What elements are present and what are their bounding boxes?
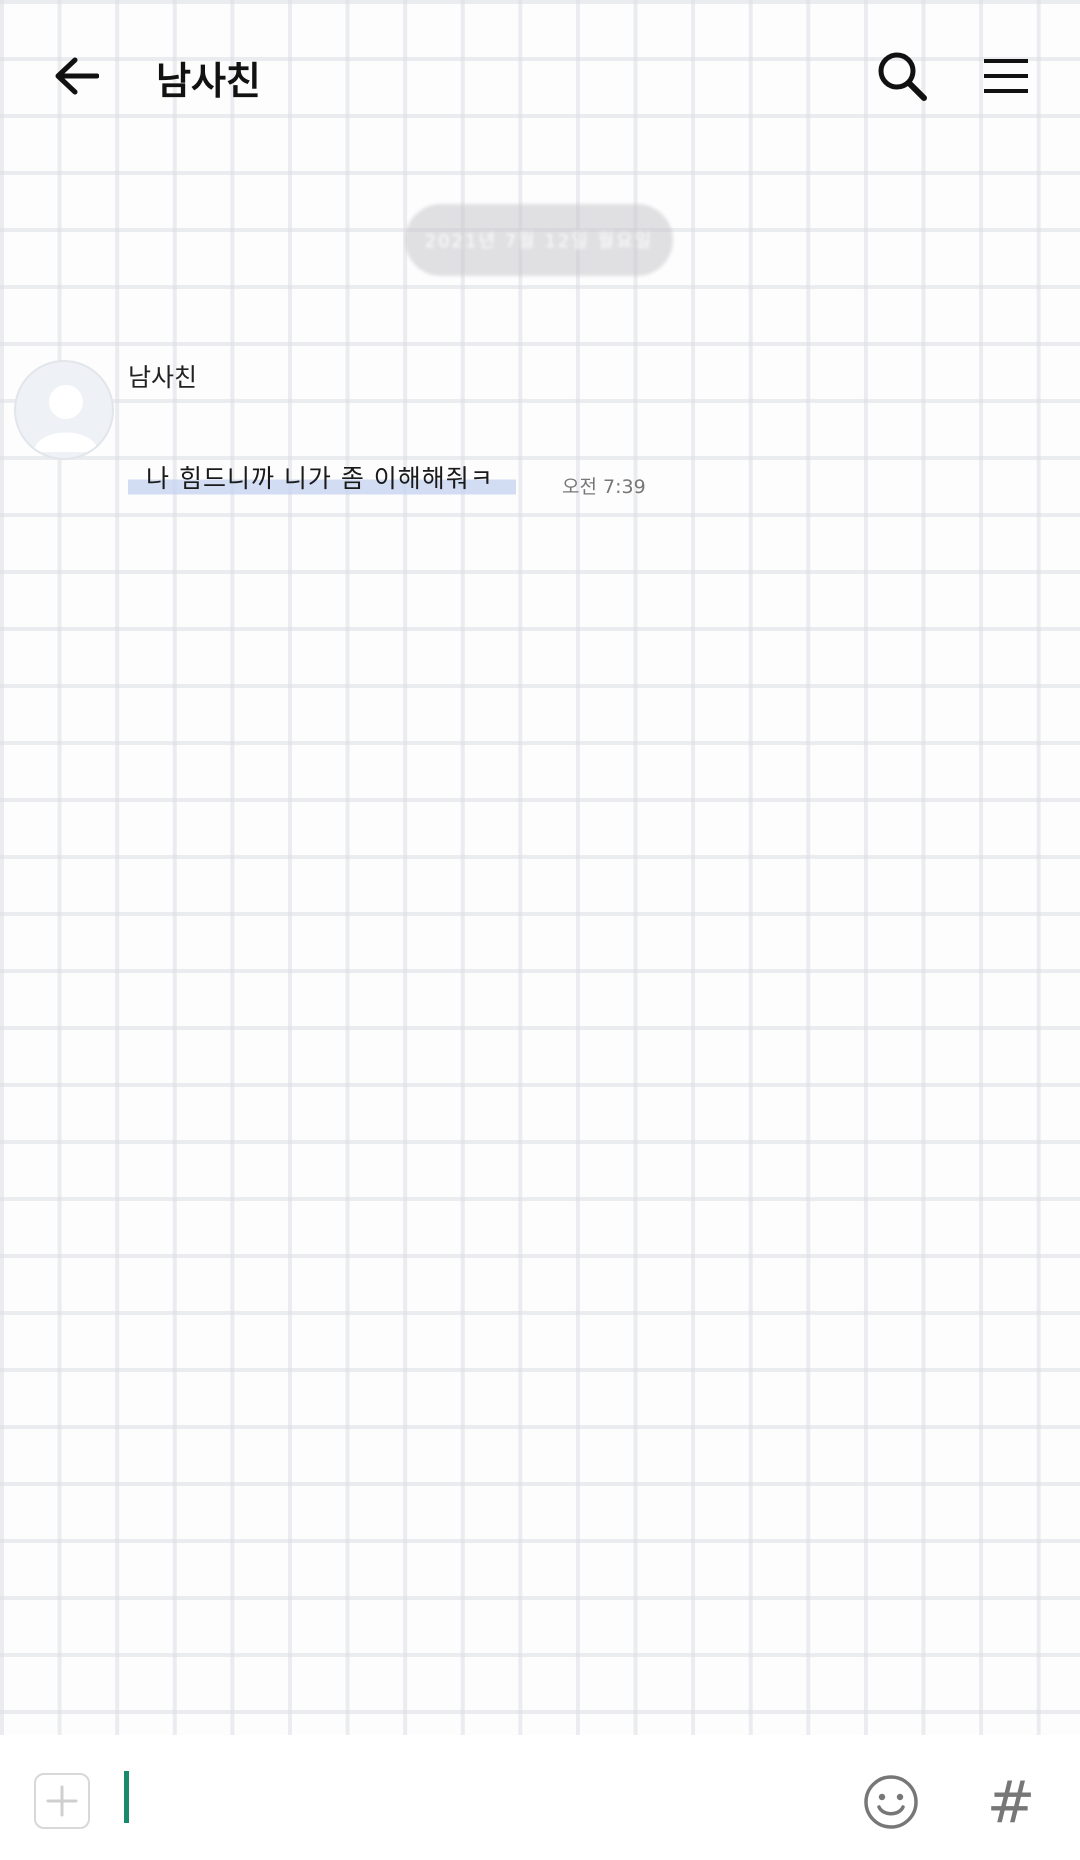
chat-title: 남사친 [156, 59, 261, 103]
message-timestamp: 오전 7:39 [562, 476, 646, 498]
attach-button[interactable] [34, 1773, 90, 1829]
date-divider: 2021년 7월 12일 월요일 [405, 204, 673, 276]
hamburger-menu-icon [984, 59, 1028, 93]
background-wash [0, 0, 1080, 1860]
message-bubble[interactable]: 나 힘드니까 니가 좀 이해해줘ㅋ [128, 452, 516, 502]
text-caret [124, 1771, 129, 1823]
search-icon [878, 52, 927, 101]
message-input[interactable] [118, 1763, 818, 1835]
arrow-left-icon [55, 57, 99, 95]
search-button[interactable] [872, 46, 932, 106]
hashtag-button[interactable]: # [978, 1768, 1044, 1836]
back-button[interactable] [48, 48, 104, 104]
message-input-bar: # [0, 1735, 1080, 1860]
date-divider-label: 2021년 7월 12일 월요일 [424, 231, 654, 252]
sender-name: 남사친 [128, 363, 198, 392]
emoji-button[interactable] [860, 1771, 922, 1833]
default-avatar-icon [34, 385, 98, 452]
plus-icon [46, 1785, 78, 1817]
message-text: 나 힘드니까 니가 좀 이해해줘ㅋ [146, 464, 494, 493]
chat-header: 남사친 [0, 0, 1080, 150]
menu-button[interactable] [978, 48, 1034, 104]
smiley-icon [864, 1775, 918, 1829]
avatar[interactable] [14, 360, 114, 460]
